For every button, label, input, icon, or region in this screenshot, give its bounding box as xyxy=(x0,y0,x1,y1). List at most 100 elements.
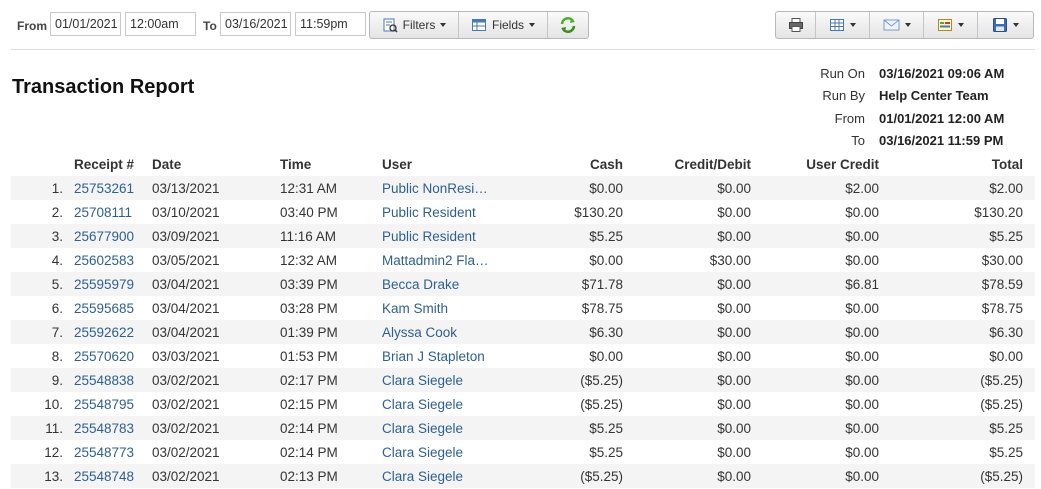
row-index: 6. xyxy=(51,300,63,316)
column-header-time[interactable]: Time xyxy=(280,152,382,176)
receipt-number[interactable]: 25677900 xyxy=(63,224,152,248)
receipt-number[interactable]: 25548783 xyxy=(63,416,152,440)
user-cell[interactable]: Alyssa Cook xyxy=(382,320,504,344)
table-row[interactable]: 11. 25548783 03/02/2021 02:14 PM Clara Siege… xyxy=(11,416,1035,440)
print-button[interactable] xyxy=(776,12,816,38)
total-cell: ($5.25) xyxy=(879,464,1035,488)
user-credit-cell: $0.00 xyxy=(845,396,879,412)
user-cell[interactable]: Kam Smith xyxy=(382,296,504,320)
from-time-input[interactable]: 12:00am xyxy=(125,12,196,36)
row-index: 13. xyxy=(11,464,63,488)
cash-cell: $5.25 xyxy=(504,224,623,248)
receipt-number[interactable]: 25708111 xyxy=(63,200,152,224)
filters-label: Filters xyxy=(402,18,436,32)
meta-value: Help Center Team xyxy=(879,88,989,104)
cash-cell: $5.25 xyxy=(504,416,623,440)
meta-row-run-on: Run On 03/16/2021 09:06 AM xyxy=(770,66,1035,88)
cash-cell: ($5.25) xyxy=(504,368,623,392)
user-cell[interactable]: Mattadmin2 Fla… xyxy=(382,248,504,272)
credit-debit-cell: $0.00 xyxy=(623,416,751,440)
to-time-input[interactable]: 11:59pm xyxy=(295,12,366,36)
fields-button[interactable]: Fields xyxy=(459,12,548,38)
from-date-input[interactable]: 01/01/2021 xyxy=(50,12,121,36)
save-button[interactable] xyxy=(978,12,1033,38)
table-row[interactable]: 9. 25548838 03/02/2021 02:17 PM Clara Siegel… xyxy=(11,368,1035,392)
filter-icon xyxy=(383,18,398,33)
user-credit-cell: $2.00 xyxy=(751,176,879,200)
email-button[interactable] xyxy=(870,12,924,38)
to-label: To xyxy=(203,19,217,33)
receipt-number[interactable]: 25548838 xyxy=(63,368,152,392)
date-cell: 03/05/2021 xyxy=(152,252,220,268)
print-icon xyxy=(788,18,803,32)
row-index: 9. xyxy=(11,368,63,392)
column-header-index xyxy=(11,152,63,176)
total-cell: $30.00 xyxy=(981,252,1023,268)
table-row[interactable]: 6. 25595685 03/04/2021 03:28 PM Kam Smith $78… xyxy=(11,296,1035,320)
chevron-down-icon xyxy=(958,23,964,27)
receipt-number[interactable]: 25592622 xyxy=(63,320,152,344)
table-body: 1. 25753261 03/13/2021 12:31 AM Public NonRe… xyxy=(11,176,1035,488)
column-header-receipt[interactable]: Receipt # xyxy=(63,152,152,176)
column-header-user[interactable]: User xyxy=(382,152,504,176)
user-cell[interactable]: Becca Drake xyxy=(382,272,504,296)
table-header-row: Receipt # Date Time User Cash Credit/Deb… xyxy=(11,152,1035,176)
receipt-number[interactable]: 25595979 xyxy=(63,272,152,296)
user-credit-cell: $0.00 xyxy=(845,204,879,220)
table-row[interactable]: 1. 25753261 03/13/2021 12:31 AM Public NonRe… xyxy=(11,176,1035,200)
receipt-number[interactable]: 25595685 xyxy=(63,296,152,320)
table-row[interactable]: 13. 25548748 03/02/2021 02:13 PM Clara Siege… xyxy=(11,464,1035,488)
user-cell[interactable]: Public Resident xyxy=(382,200,504,224)
receipt-number[interactable]: 25548795 xyxy=(63,392,152,416)
column-header-date[interactable]: Date xyxy=(152,152,280,176)
date-cell: 03/02/2021 xyxy=(152,444,220,460)
column-header-total[interactable]: Total xyxy=(879,152,1035,176)
column-header-credit-debit[interactable]: Credit/Debit xyxy=(623,152,751,176)
table-row[interactable]: 10. 25548795 03/02/2021 02:15 PM Clara Siege… xyxy=(11,392,1035,416)
time-cell: 02:17 PM xyxy=(280,368,382,392)
meta-key: From xyxy=(834,110,865,126)
export-button[interactable] xyxy=(924,12,978,38)
cash-cell: $0.00 xyxy=(589,252,623,268)
row-index: 3. xyxy=(11,224,63,248)
column-header-user-credit[interactable]: User Credit xyxy=(751,152,879,176)
receipt-number[interactable]: 25570620 xyxy=(63,344,152,368)
date-cell: 03/02/2021 xyxy=(152,464,280,488)
filters-button[interactable]: Filters xyxy=(370,12,459,38)
receipt-number[interactable]: 25753261 xyxy=(63,176,152,200)
user-cell[interactable]: Clara Siegele xyxy=(382,464,504,488)
table-row[interactable]: 2. 25708111 03/10/2021 03:40 PM Public Resid… xyxy=(11,200,1035,224)
user-cell[interactable]: Clara Siegele xyxy=(382,440,504,464)
refresh-button[interactable] xyxy=(548,12,588,38)
user-credit-cell: $0.00 xyxy=(845,348,879,364)
report-meta: Run On 03/16/2021 09:06 AM Run By Help C… xyxy=(770,66,1035,155)
user-cell[interactable]: Brian J Stapleton xyxy=(382,344,504,368)
user-credit-cell: $0.00 xyxy=(751,464,879,488)
total-cell: ($5.25) xyxy=(879,368,1035,392)
table-row[interactable]: 5. 25595979 03/04/2021 03:39 PM Becca Drake $… xyxy=(11,272,1035,296)
to-date-input[interactable]: 03/16/2021 xyxy=(220,12,291,36)
receipt-number[interactable]: 25602583 xyxy=(63,248,152,272)
date-cell: 03/02/2021 xyxy=(152,416,280,440)
table-row[interactable]: 3. 25677900 03/09/2021 11:16 AM Public Resid… xyxy=(11,224,1035,248)
table-row[interactable]: 4. 25602583 03/05/2021 12:32 AM Mattadmin2 F… xyxy=(11,248,1035,272)
column-header-cash[interactable]: Cash xyxy=(504,152,623,176)
date-cell: 03/02/2021 xyxy=(152,396,220,412)
meta-row-from: From 01/01/2021 12:00 AM xyxy=(770,111,1035,133)
table-row[interactable]: 12. 25548773 03/02/2021 02:14 PM Clara Siege… xyxy=(11,440,1035,464)
user-cell[interactable]: Public Resident xyxy=(382,224,504,248)
table-view-button[interactable] xyxy=(816,12,870,38)
total-cell: $5.25 xyxy=(989,444,1023,460)
receipt-number[interactable]: 25548748 xyxy=(63,464,152,488)
email-icon xyxy=(883,19,899,31)
table-row[interactable]: 8. 25570620 03/03/2021 01:53 PM Brian J Stap… xyxy=(11,344,1035,368)
date-cell: 03/04/2021 xyxy=(152,300,220,316)
export-icon xyxy=(938,19,952,31)
table-row[interactable]: 7. 25592622 03/04/2021 01:39 PM Alyssa Cook $… xyxy=(11,320,1035,344)
user-cell[interactable]: Public NonResi… xyxy=(382,176,504,200)
receipt-number[interactable]: 25548773 xyxy=(63,440,152,464)
date-cell: 03/03/2021 xyxy=(152,348,220,364)
user-cell[interactable]: Clara Siegele xyxy=(382,416,504,440)
user-cell[interactable]: Clara Siegele xyxy=(382,368,504,392)
user-cell[interactable]: Clara Siegele xyxy=(382,392,504,416)
